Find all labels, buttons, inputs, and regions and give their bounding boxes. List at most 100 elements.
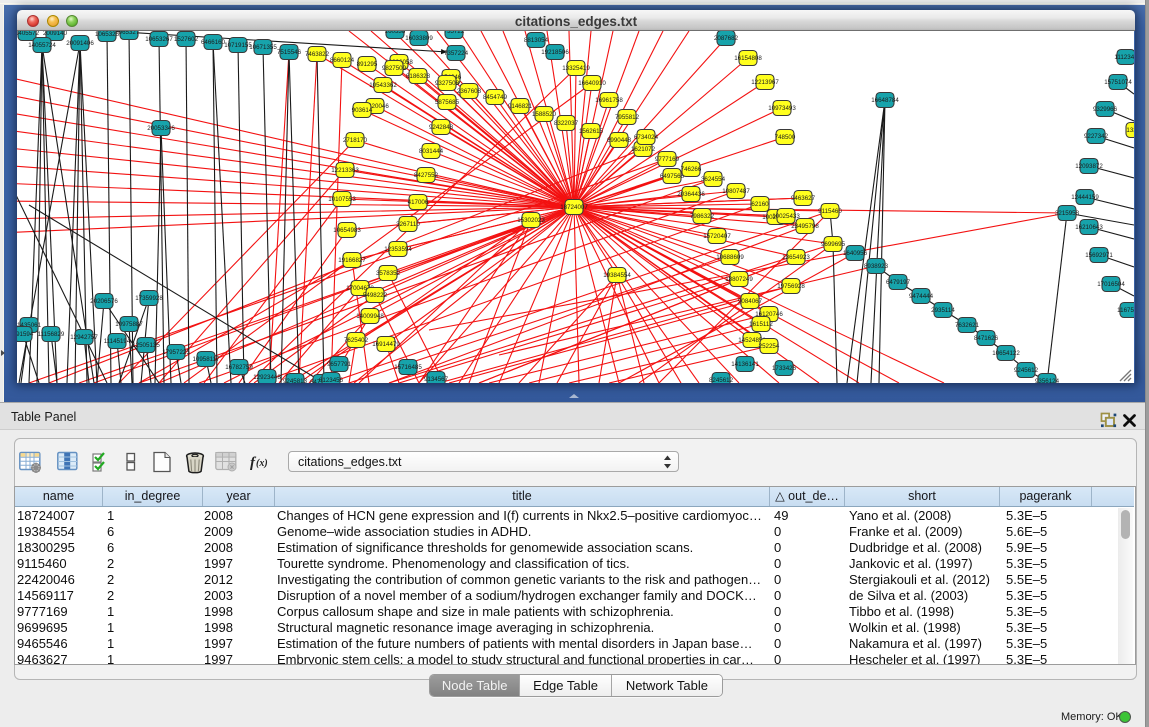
svg-text:14136141: 14136141	[731, 361, 759, 368]
svg-text:12213967: 12213967	[751, 79, 779, 86]
svg-text:18724007: 18724007	[560, 204, 588, 211]
svg-text:15720407: 15720407	[703, 233, 731, 240]
svg-text:5875685: 5875685	[435, 99, 460, 106]
svg-text:16033809: 16033809	[405, 35, 433, 42]
svg-text:8123456: 8123456	[319, 377, 344, 383]
svg-text:3215958: 3215958	[1055, 210, 1080, 217]
svg-text:6479197: 6479197	[886, 279, 911, 286]
svg-text:9084067: 9084067	[738, 298, 763, 305]
svg-text:965327: 965327	[119, 31, 140, 36]
svg-text:9245612: 9245612	[1014, 367, 1039, 374]
svg-text:6734024: 6734024	[634, 134, 659, 141]
svg-text:19384554: 19384554	[603, 272, 631, 279]
svg-text:14055724: 14055724	[28, 42, 56, 49]
svg-text:12213363: 12213363	[331, 167, 359, 174]
svg-text:2367608: 2367608	[457, 88, 482, 95]
svg-text:16961758: 16961758	[595, 97, 623, 104]
svg-text:10654122: 10654122	[992, 350, 1020, 357]
svg-text:8186328: 8186328	[406, 73, 431, 80]
svg-text:9827509: 9827509	[382, 65, 407, 72]
svg-text:9146821: 9146821	[508, 103, 533, 110]
svg-text:15302023: 15302023	[517, 217, 545, 224]
svg-text:16154808: 16154808	[734, 55, 762, 62]
svg-text:7515546: 7515546	[277, 49, 302, 56]
svg-text:20364436: 20364436	[677, 191, 705, 198]
svg-text:6497568: 6497568	[660, 173, 685, 180]
svg-text:10671355: 10671355	[249, 44, 277, 51]
svg-text:10719155: 10719155	[224, 42, 252, 49]
svg-text:8454749: 8454749	[483, 94, 508, 101]
svg-text:9657791: 9657791	[327, 361, 352, 368]
svg-text:12942757: 12942757	[70, 334, 98, 341]
svg-text:8427552: 8427552	[414, 172, 439, 179]
svg-text:746266: 746266	[681, 166, 702, 173]
svg-text:10025433: 10025433	[772, 213, 800, 220]
svg-text:8813054: 8813054	[524, 37, 549, 44]
svg-text:8660124: 8660124	[330, 57, 355, 64]
svg-text:9777169: 9777169	[655, 156, 680, 163]
svg-text:9463627: 9463627	[791, 195, 816, 202]
svg-text:7357224: 7357224	[444, 50, 469, 57]
svg-text:17957225: 17957225	[162, 349, 190, 356]
svg-text:1640956: 1640956	[843, 250, 868, 257]
svg-text:1167531: 1167531	[1117, 307, 1134, 314]
svg-text:9699695: 9699695	[821, 241, 846, 248]
svg-text:15692971: 15692971	[1085, 252, 1113, 259]
svg-text:20206576: 20206576	[90, 298, 118, 305]
svg-text:9227342: 9227342	[1084, 133, 1109, 140]
svg-text:2935114: 2935114	[931, 307, 955, 314]
svg-text:3267110: 3267110	[396, 221, 420, 228]
svg-text:62160: 62160	[751, 201, 769, 208]
svg-text:18807249: 18807249	[725, 276, 753, 283]
svg-text:748500: 748500	[775, 134, 796, 141]
svg-text:417006: 417006	[408, 199, 429, 206]
svg-text:1588520: 1588520	[532, 111, 557, 118]
svg-text:16210643: 16210643	[1075, 224, 1103, 231]
svg-text:8031444: 8031444	[419, 148, 444, 155]
svg-text:7463822: 7463822	[305, 51, 330, 58]
svg-text:9474444: 9474444	[909, 293, 934, 300]
svg-text:19218506: 19218506	[541, 49, 569, 56]
svg-text:9245813: 9245813	[283, 378, 308, 383]
svg-text:10653267: 10653267	[145, 36, 173, 43]
svg-text:7986322: 7986322	[690, 213, 715, 220]
svg-text:903614: 903614	[352, 107, 373, 114]
svg-text:16640910: 16640910	[578, 80, 606, 87]
svg-text:20053346: 20053346	[147, 125, 175, 132]
svg-text:2087682: 2087682	[714, 35, 739, 42]
svg-text:1405572: 1405572	[17, 31, 40, 37]
svg-text:3624554: 3624554	[701, 176, 726, 183]
svg-text:1112345: 1112345	[1114, 54, 1134, 61]
svg-text:17016504: 17016504	[1097, 281, 1125, 288]
svg-text:8938923: 8938923	[864, 263, 889, 270]
svg-text:252254: 252254	[759, 343, 780, 350]
svg-text:10807487: 10807487	[722, 188, 750, 195]
svg-text:20091406: 20091406	[66, 40, 94, 47]
svg-text:6466160: 6466160	[201, 39, 226, 46]
svg-text:1615112: 1615112	[749, 321, 773, 328]
svg-text:9134567: 9134567	[424, 376, 449, 383]
svg-text:9356124: 9356124	[1035, 378, 1060, 383]
svg-text:9329966: 9329966	[1093, 106, 1118, 113]
svg-text:1733426: 1733426	[772, 365, 797, 372]
svg-text:16914479: 16914479	[372, 341, 400, 348]
svg-text:3578352: 3578352	[376, 270, 401, 277]
svg-text:9115460: 9115460	[818, 208, 842, 215]
svg-text:1527602: 1527602	[174, 36, 199, 43]
svg-text:7632621: 7632621	[955, 322, 980, 329]
svg-text:735722: 735722	[444, 31, 465, 35]
svg-text:7625402: 7625402	[344, 337, 369, 344]
svg-text:12505135: 12505135	[132, 342, 160, 349]
svg-text:15716485: 15716485	[394, 364, 422, 371]
svg-text:12353594: 12353594	[384, 246, 412, 253]
svg-text:8322037: 8322037	[554, 120, 579, 127]
svg-text:12093872: 12093872	[1075, 163, 1103, 170]
svg-text:16648784: 16648784	[871, 97, 899, 104]
svg-text:10975887: 10975887	[115, 321, 143, 328]
svg-text:11156829: 11156829	[38, 331, 65, 338]
svg-text:1562615: 1562615	[579, 128, 604, 135]
svg-text:15751074: 15751074	[1104, 79, 1132, 86]
svg-text:891295: 891295	[357, 61, 378, 68]
svg-text:5498222: 5498222	[363, 292, 388, 299]
svg-text:6990448: 6990448	[607, 137, 632, 144]
